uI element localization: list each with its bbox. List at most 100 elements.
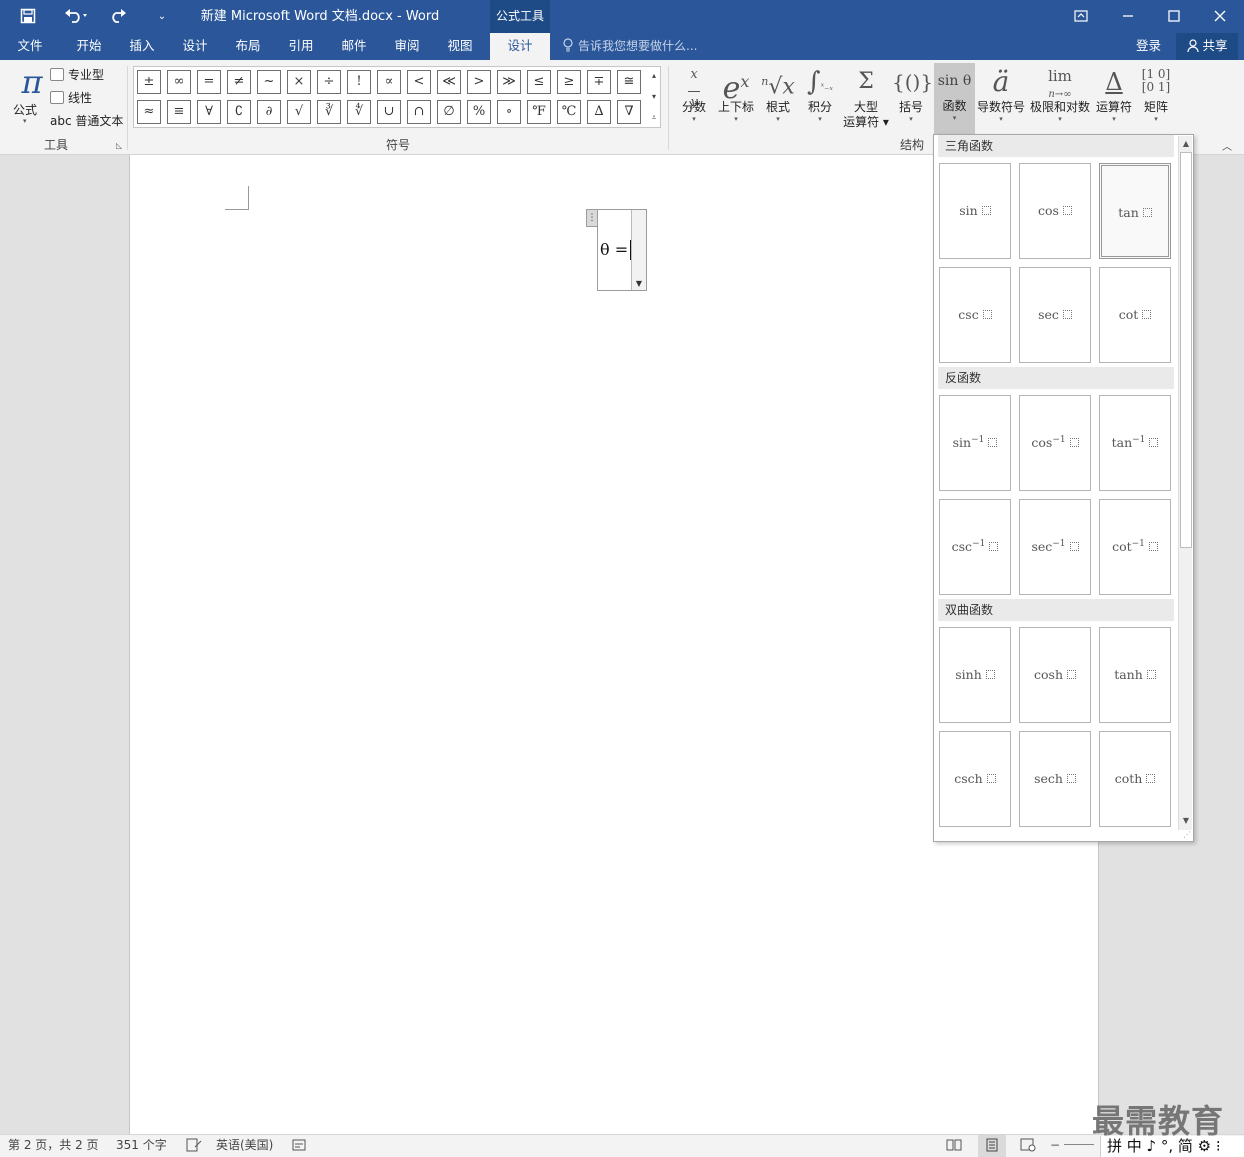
function-cell-cos[interactable]: cos	[1019, 163, 1091, 259]
equation-options-button[interactable]: ▼	[631, 210, 646, 290]
symbol-button[interactable]: ∁	[227, 100, 251, 124]
symbol-button[interactable]: !	[347, 70, 371, 94]
page-count[interactable]: 第 2 页，共 2 页	[8, 1135, 99, 1155]
proofing-icon[interactable]	[186, 1135, 202, 1157]
dialog-launcher-icon[interactable]: ◺	[116, 141, 122, 150]
tab-mailings[interactable]: 邮件	[329, 33, 379, 60]
symbol-button[interactable]: =	[197, 70, 221, 94]
tab-insert[interactable]: 插入	[117, 33, 167, 60]
function-cell-sec-inverse[interactable]: sec−1	[1019, 499, 1091, 595]
function-cell-tanh[interactable]: tanh	[1099, 627, 1171, 723]
function-cell-sin[interactable]: sin	[939, 163, 1011, 259]
function-cell-sec[interactable]: sec	[1019, 267, 1091, 363]
matrix-button[interactable]: [1 0] [0 1] 矩阵 ▾	[1136, 64, 1176, 134]
collapse-ribbon-icon[interactable]: ︿	[1222, 138, 1232, 153]
fraction-button[interactable]: xy 分数 ▾	[676, 64, 712, 134]
function-cell-cot[interactable]: cot	[1099, 267, 1171, 363]
login-link[interactable]: 登录	[1136, 33, 1161, 60]
function-button[interactable]: sin θ 函数 ▾	[934, 63, 975, 134]
ime-toolbar[interactable]: 拼 中 ♪ °, 简 ⚙ ⁝	[1100, 1136, 1244, 1157]
close-icon[interactable]	[1197, 0, 1243, 33]
symbol-button[interactable]: ∓	[587, 70, 611, 94]
symbol-button[interactable]: ∜	[347, 100, 371, 124]
symbol-button[interactable]: ∛	[317, 100, 341, 124]
minimize-icon[interactable]	[1105, 0, 1151, 33]
symbol-button[interactable]: ≠	[227, 70, 251, 94]
function-cell-tan-inverse[interactable]: tan−1	[1099, 395, 1171, 491]
symbol-button[interactable]: ∞	[167, 70, 191, 94]
tab-equation-design[interactable]: 设计	[490, 33, 550, 60]
scroll-down-icon[interactable]: ▼	[1179, 814, 1193, 828]
print-layout-icon[interactable]	[978, 1135, 1006, 1157]
function-cell-sin-inverse[interactable]: sin−1	[939, 395, 1011, 491]
function-cell-csc-inverse[interactable]: csc−1	[939, 499, 1011, 595]
symbol-button[interactable]: ∇	[617, 100, 641, 124]
accent-button[interactable]: ä 导数符号 ▾	[977, 64, 1025, 134]
symbol-button[interactable]: ℉	[527, 100, 551, 124]
scrollbar-thumb[interactable]	[1180, 152, 1192, 548]
equation-handle-icon[interactable]: ⋮	[586, 209, 598, 227]
read-mode-icon[interactable]	[946, 1135, 962, 1157]
limit-log-button[interactable]: lim n→∞ 极限和对数 ▾	[1028, 64, 1092, 134]
symbol-button[interactable]: >	[467, 70, 491, 94]
gallery-up-icon[interactable]: ▴	[648, 66, 660, 86]
symbol-button[interactable]: ∝	[377, 70, 401, 94]
symbol-button[interactable]: ÷	[317, 70, 341, 94]
gallery-down-icon[interactable]: ▾	[648, 87, 660, 107]
symbol-button[interactable]: ∩	[407, 100, 431, 124]
tab-view[interactable]: 视图	[435, 33, 485, 60]
zoom-out-icon[interactable]: −	[1050, 1135, 1060, 1155]
symbol-button[interactable]: ≪	[437, 70, 461, 94]
undo-icon[interactable]	[58, 0, 94, 33]
symbol-button[interactable]: ℃	[557, 100, 581, 124]
script-button[interactable]: ex 上下标 ▾	[714, 64, 758, 134]
bracket-button[interactable]: {()} 括号 ▾	[892, 64, 933, 134]
tab-layout[interactable]: 布局	[223, 33, 273, 60]
symbol-button[interactable]: ∅	[437, 100, 461, 124]
web-layout-icon[interactable]	[1020, 1135, 1036, 1157]
zoom-slider[interactable]	[1064, 1144, 1094, 1145]
gallery-scrollbar[interactable]: ▲ ▼	[1178, 136, 1192, 830]
language[interactable]: 英语(美国)	[216, 1135, 273, 1155]
symbol-button[interactable]: <	[407, 70, 431, 94]
symbol-button[interactable]: ~	[257, 70, 281, 94]
equation-text[interactable]: θ =	[600, 240, 628, 259]
symbol-button[interactable]: ≥	[557, 70, 581, 94]
resize-grip-icon[interactable]: ⋰	[1183, 831, 1191, 839]
symbol-button[interactable]: ∆	[587, 100, 611, 124]
function-cell-csc[interactable]: csc	[939, 267, 1011, 363]
operator-button[interactable]: Δ 运算符 ▾	[1094, 64, 1134, 134]
symbol-button[interactable]: ∘	[497, 100, 521, 124]
linear-button[interactable]: 线性	[50, 89, 92, 106]
share-button[interactable]: 共享	[1176, 33, 1238, 60]
professional-button[interactable]: 专业型	[50, 66, 104, 83]
function-cell-csch[interactable]: csch	[939, 731, 1011, 827]
macro-icon[interactable]	[292, 1135, 306, 1157]
large-operator-button[interactable]: Σ 大型 运算符 ▾	[842, 64, 890, 134]
normal-text-button[interactable]: abc 普通文本	[50, 112, 123, 129]
tab-review[interactable]: 审阅	[382, 33, 432, 60]
tab-design[interactable]: 设计	[170, 33, 220, 60]
symbol-button[interactable]: ×	[287, 70, 311, 94]
symbol-button[interactable]: ≤	[527, 70, 551, 94]
symbol-button[interactable]: √	[287, 100, 311, 124]
function-cell-cot-inverse[interactable]: cot−1	[1099, 499, 1171, 595]
gallery-more-icon[interactable]: ⩡	[648, 108, 660, 128]
redo-icon[interactable]	[104, 0, 132, 33]
ribbon-display-icon[interactable]	[1058, 0, 1104, 33]
tab-file[interactable]: 文件	[6, 33, 54, 60]
tell-me-box[interactable]: 告诉我您想要做什么...	[562, 33, 697, 60]
integral-button[interactable]: ∫ˣ₋ₓ 积分 ▾	[800, 64, 840, 134]
function-cell-coth[interactable]: coth	[1099, 731, 1171, 827]
equation-button[interactable]: π 公式 ▾	[6, 62, 46, 128]
symbol-button[interactable]: ≈	[137, 100, 161, 124]
symbol-button[interactable]: ∀	[197, 100, 221, 124]
symbol-button[interactable]: ≡	[167, 100, 191, 124]
equation-box[interactable]: ⋮ θ = ▼	[586, 209, 647, 291]
symbol-button[interactable]: ≫	[497, 70, 521, 94]
tab-home[interactable]: 开始	[64, 33, 114, 60]
symbol-button[interactable]: ∪	[377, 100, 401, 124]
save-icon[interactable]	[14, 0, 42, 33]
symbol-button[interactable]: ∂	[257, 100, 281, 124]
scroll-up-icon[interactable]: ▲	[1179, 137, 1193, 151]
